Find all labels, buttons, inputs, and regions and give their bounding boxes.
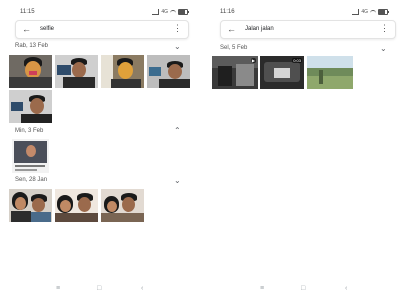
signal-icon xyxy=(352,9,360,15)
video-duration-badge: 0:03 xyxy=(292,58,302,63)
network-type: 4G xyxy=(161,9,168,15)
arrow-left-icon[interactable]: ← xyxy=(22,24,31,34)
recents-icon[interactable]: ≡ xyxy=(260,284,264,294)
search-query[interactable]: Jalan jalan xyxy=(245,26,274,32)
battery-icon xyxy=(378,9,389,15)
video-icon: ▶ xyxy=(250,58,256,63)
photo-thumbnail[interactable] xyxy=(55,189,98,222)
right-phone-screen: 11:16 4G ← Jalan jalan ⋮ Sel, 5 Feb ⌄ ▶ … xyxy=(200,0,400,302)
signal-icon xyxy=(152,9,160,15)
photo-thumbnail[interactable] xyxy=(101,55,144,88)
video-thumbnail[interactable]: 0:03 xyxy=(260,56,304,89)
chevron-down-icon[interactable]: ⌄ xyxy=(380,45,387,53)
system-nav-bar: ≡ □ ‹ xyxy=(200,284,400,294)
recents-icon[interactable]: ≡ xyxy=(56,284,60,294)
search-bar[interactable]: ← selfie ⋮ xyxy=(15,20,189,39)
chevron-down-icon[interactable]: ⌄ xyxy=(174,177,181,185)
photo-thumbnail[interactable] xyxy=(9,189,52,222)
system-nav-bar: ≡ □ ‹ xyxy=(0,284,200,294)
back-icon[interactable]: ‹ xyxy=(141,284,143,294)
wifi-icon xyxy=(170,9,176,15)
wifi-icon xyxy=(370,9,376,15)
arrow-left-icon[interactable]: ← xyxy=(227,24,236,34)
search-bar[interactable]: ← Jalan jalan ⋮ xyxy=(220,20,396,39)
status-time: 11:16 xyxy=(220,9,235,15)
left-phone-screen: 11:15 4G ← selfie ⋮ Rab, 13 Feb ⌄ Min, 3… xyxy=(0,0,200,302)
date-header: Rab, 13 Feb xyxy=(15,43,49,49)
more-vert-icon[interactable]: ⋮ xyxy=(173,23,182,33)
date-header: Min, 3 Feb xyxy=(15,128,44,134)
network-type: 4G xyxy=(361,9,368,15)
home-icon[interactable]: □ xyxy=(301,284,305,294)
more-vert-icon[interactable]: ⋮ xyxy=(380,23,389,33)
status-bar: 11:16 4G xyxy=(200,8,400,18)
photo-thumbnail[interactable] xyxy=(9,90,52,123)
date-header: Sen, 28 Jan xyxy=(15,177,48,183)
photo-thumbnail[interactable] xyxy=(307,56,353,89)
search-query[interactable]: selfie xyxy=(40,26,54,32)
date-header: Sel, 5 Feb xyxy=(220,45,248,51)
status-bar: 11:15 4G xyxy=(0,8,200,18)
battery-icon xyxy=(178,9,189,15)
photo-thumbnail[interactable] xyxy=(9,55,52,88)
home-icon[interactable]: □ xyxy=(97,284,101,294)
photo-thumbnail[interactable] xyxy=(101,189,144,222)
status-time: 11:15 xyxy=(20,9,35,15)
photo-thumbnail[interactable] xyxy=(12,139,49,173)
back-icon[interactable]: ‹ xyxy=(345,284,347,294)
status-icons: 4G xyxy=(352,9,389,15)
photo-thumbnail[interactable] xyxy=(147,55,190,88)
chevron-down-icon[interactable]: ⌄ xyxy=(174,43,181,51)
chevron-up-icon[interactable]: ⌃ xyxy=(174,127,181,135)
photo-thumbnail[interactable] xyxy=(55,55,98,88)
status-icons: 4G xyxy=(152,9,189,15)
photo-thumbnail[interactable]: ▶ xyxy=(212,56,258,89)
